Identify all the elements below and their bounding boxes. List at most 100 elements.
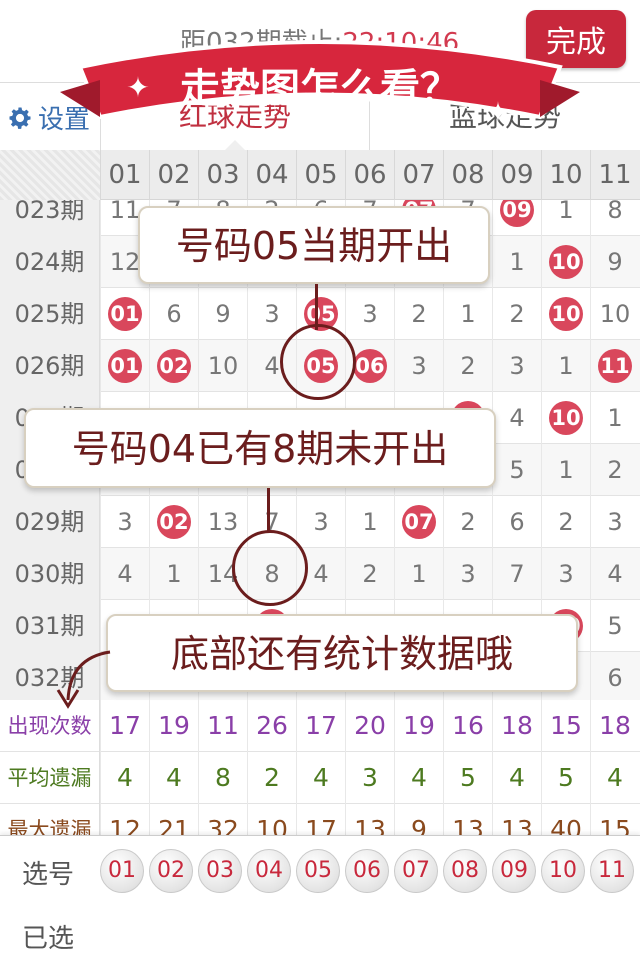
missing-count-cell: 2 [590,444,639,496]
header-corner [0,150,100,200]
sparkle-icon: ✦ [126,71,149,104]
drawn-cell: 01 [100,288,149,340]
missing-count-cell: 3 [296,496,345,548]
stats-label: 平均遗漏 [0,752,100,804]
table-row: 030期 4 1 14 8 4 2 1 3 7 3 4 [0,548,640,600]
missing-count-cell: 1 [541,200,590,236]
drawn-ball: 09 [500,200,534,227]
callout-04-missing: 号码04已有8期未开出 [24,408,496,488]
missing-count-cell: 9 [590,236,639,288]
drawn-cell: 01 [100,340,149,392]
number-pick-button[interactable]: 05 [296,849,340,893]
stats-value: 18 [590,700,639,752]
period-label: 024期 [0,236,100,288]
stats-row: 平均遗漏 4 4 8 2 4 3 4 5 4 5 4 [0,752,640,804]
missing-count-cell: 10 [198,340,247,392]
drawn-cell: 02 [149,496,198,548]
number-pick-button[interactable]: 11 [590,849,634,893]
stats-value: 17 [296,700,345,752]
drawn-cell: 09 [492,200,541,236]
table-row: 029期 3 02 13 7 3 1 07 2 6 2 3 [0,496,640,548]
stats-value: 16 [443,700,492,752]
stats-value: 4 [394,752,443,804]
stats-value: 5 [443,752,492,804]
missing-count-cell: 4 [590,548,639,600]
missing-count-cell: 1 [345,496,394,548]
stats-value: 4 [149,752,198,804]
missing-count-cell: 2 [394,288,443,340]
missing-count-cell: 3 [247,288,296,340]
column-header: 04 [247,150,296,200]
period-label: 029期 [0,496,100,548]
number-pick-button[interactable]: 08 [443,849,487,893]
chosen-label: 已选 [22,924,75,954]
missing-count-cell: 4 [100,548,149,600]
drawn-cell: 10 [541,392,590,444]
drawn-ball: 10 [549,401,583,435]
drawn-ball: 10 [549,297,583,331]
missing-count-cell: 5 [492,444,541,496]
number-pick-button[interactable]: 10 [541,849,585,893]
column-header: 03 [198,150,247,200]
column-header: 05 [296,150,345,200]
column-header: 09 [492,150,541,200]
stats-value: 4 [492,752,541,804]
missing-count-cell: 9 [198,288,247,340]
missing-count-cell: 7 [492,548,541,600]
stats-value: 26 [247,700,296,752]
period-label: 025期 [0,288,100,340]
drawn-ball: 02 [157,505,191,539]
missing-count-cell: 13 [198,496,247,548]
drawn-ball: 11 [598,349,632,383]
drawn-cell: 02 [149,340,198,392]
missing-count-cell: 1 [541,340,590,392]
stats-value: 11 [198,700,247,752]
gear-icon [9,107,31,129]
tutorial-banner: 走势图怎么看？ ✦ ✦ [60,40,580,129]
missing-count-cell: 5 [590,600,639,652]
column-header: 11 [590,150,639,200]
sparkle-icon: ✦ [486,96,509,129]
number-pick-button[interactable]: 09 [492,849,536,893]
missing-count-cell: 6 [149,288,198,340]
column-header: 01 [100,150,149,200]
number-pick-button[interactable]: 02 [149,849,193,893]
stats-value: 15 [541,700,590,752]
number-pick-button[interactable]: 01 [100,849,144,893]
banner-text: 走势图怎么看？ [180,66,460,112]
column-header: 06 [345,150,394,200]
stats-value: 19 [149,700,198,752]
period-label: 023期 [0,200,100,236]
missing-count-cell: 6 [590,652,639,700]
column-header: 08 [443,150,492,200]
missing-count-cell: 10 [590,288,639,340]
drawn-ball: 01 [108,349,142,383]
missing-count-cell: 1 [394,548,443,600]
missing-count-cell: 6 [492,496,541,548]
stats-value: 4 [100,752,149,804]
missing-count-cell: 3 [100,496,149,548]
column-header: 02 [149,150,198,200]
number-pick-button[interactable]: 04 [247,849,291,893]
highlight-circle [280,324,356,400]
number-pick-button[interactable]: 03 [198,849,242,893]
missing-count-cell: 1 [492,236,541,288]
period-label: 026期 [0,340,100,392]
number-pick-button[interactable]: 07 [394,849,438,893]
stats-value: 2 [247,752,296,804]
callout-pointer [267,488,270,532]
drawn-ball: 02 [157,349,191,383]
missing-count-cell: 1 [541,444,590,496]
missing-count-cell: 3 [492,340,541,392]
drawn-cell: 11 [590,340,639,392]
stats-value: 3 [345,752,394,804]
select-label: 选号 [22,860,75,890]
period-label: 030期 [0,548,100,600]
number-pick-button[interactable]: 06 [345,849,389,893]
stats-value: 5 [541,752,590,804]
missing-count-cell: 1 [590,392,639,444]
stats-value: 8 [198,752,247,804]
missing-count-cell: 2 [443,340,492,392]
callout-05-drawn: 号码05当期开出 [138,206,490,284]
missing-count-cell: 8 [590,200,639,236]
